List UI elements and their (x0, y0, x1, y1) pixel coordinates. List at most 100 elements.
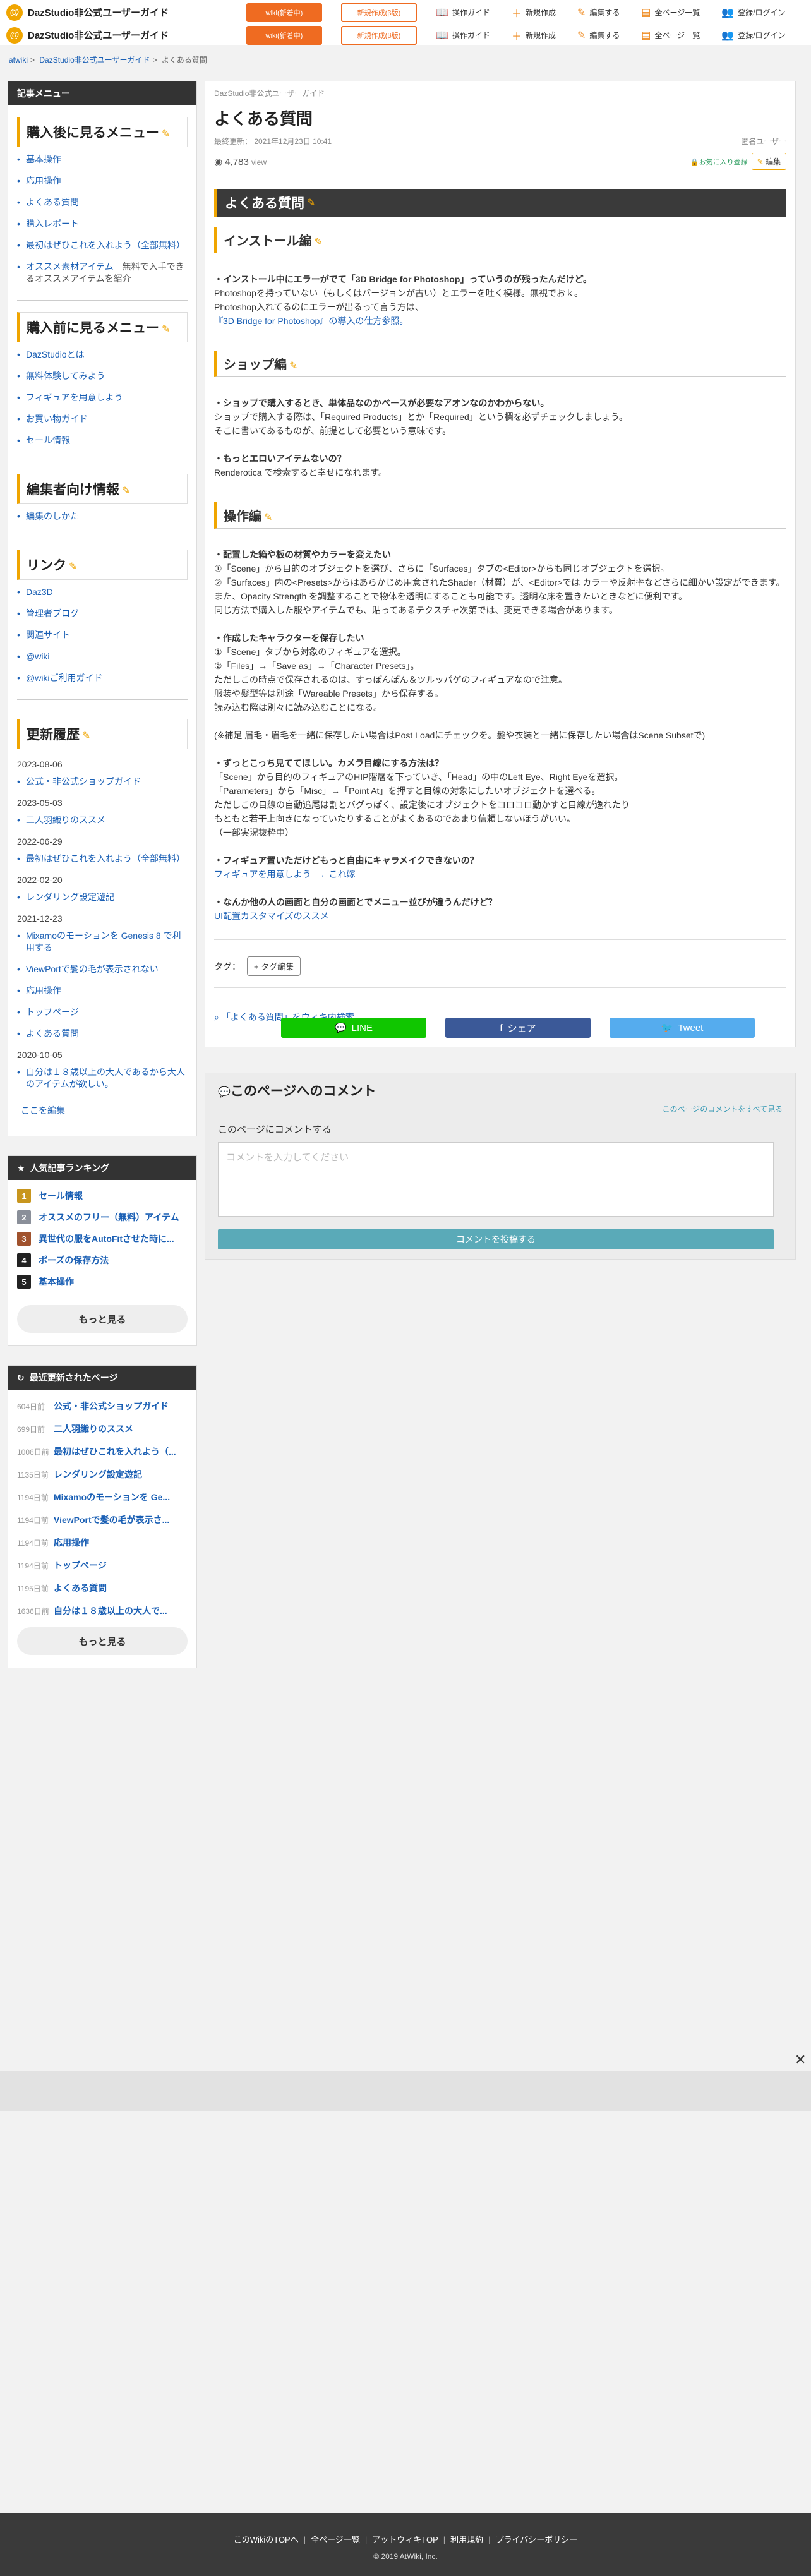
after-purchase-item[interactable]: よくある質問 (17, 196, 188, 208)
recent-item[interactable]: 1195日前 よくある質問 (8, 1577, 196, 1599)
share-facebook-button[interactable]: f シェア (445, 1018, 591, 1038)
history-item[interactable]: ViewPortで髪の毛が表示されない (17, 963, 188, 975)
header-link-3[interactable]: ▤ 全ページ一覧 (641, 5, 700, 20)
wiki-new-button[interactable]: wiki(新着中) (246, 3, 322, 22)
header-link-2[interactable]: ✎ 編集する (577, 28, 620, 43)
history-item[interactable]: レンダリング設定遊記 (17, 891, 188, 903)
footer-link[interactable]: このWikiのTOPへ (234, 2535, 299, 2544)
all-comments-link[interactable]: このページのコメントをすべて見る (663, 1104, 783, 1114)
recent-title[interactable]: 二人羽織りのススメ (54, 1423, 133, 1435)
history-item[interactable]: 公式・非公式ショップガイド (17, 776, 188, 788)
header-link-1[interactable]: ＋新規作成 (512, 28, 556, 43)
ranking-item[interactable]: 5 基本操作 (8, 1271, 196, 1292)
link-item[interactable]: @wikiご利用ガイド (17, 672, 188, 684)
pencil-icon[interactable]: ✎ (122, 486, 130, 497)
pencil-icon[interactable]: ✎ (289, 361, 297, 371)
ranking-item[interactable]: 1 セール情報 (8, 1185, 196, 1207)
site-logo-sticky[interactable]: @ DazStudio非公式ユーザーガイド (0, 27, 246, 44)
recent-item[interactable]: 1194日前 応用操作 (8, 1531, 196, 1554)
after-purchase-item[interactable]: 応用操作 (17, 175, 188, 187)
edit-button[interactable]: ✎ 編集 (751, 153, 786, 170)
ranking-title[interactable]: セール情報 (39, 1189, 83, 1202)
edit-sidebar-link[interactable]: ここを編集 (21, 1105, 65, 1116)
after-purchase-item[interactable]: オススメ素材アイテム 無料で入手できるオススメアイテムを紹介 (17, 261, 188, 285)
before-purchase-item[interactable]: フィギュアを用意しよう (17, 392, 188, 404)
recent-item[interactable]: 1636日前 自分は１８歳以上の大人で... (8, 1599, 196, 1622)
history-item[interactable]: 二人羽織りのススメ (17, 814, 188, 826)
ranking-title[interactable]: オススメのフリー（無料）アイテム (39, 1211, 179, 1224)
favorite-link[interactable]: 🔒お気に入り登録 (690, 157, 748, 167)
share-twitter-button[interactable]: 🐦 Tweet (610, 1018, 755, 1038)
header-link-4[interactable]: 👥 登録/ログイン (721, 28, 785, 43)
pencil-icon[interactable]: ✎ (264, 512, 272, 523)
ranking-title[interactable]: 基本操作 (39, 1275, 74, 1288)
history-item[interactable]: 応用操作 (17, 985, 188, 997)
ranking-item[interactable]: 3 異世代の服をAutoFitさせた時に... (8, 1228, 196, 1249)
header-link-1[interactable]: ＋新規作成 (512, 5, 556, 20)
answer-link[interactable]: UI配置カスタマイズのススメ (214, 909, 786, 923)
recent-title[interactable]: 最初はぜひこれを入れよう（... (54, 1445, 176, 1458)
comment-input[interactable]: コメントを入力してください (218, 1142, 774, 1217)
close-icon[interactable]: ✕ (795, 2052, 806, 2068)
before-purchase-item[interactable]: お買い物ガイド (17, 413, 188, 425)
header-link-2[interactable]: ✎ 編集する (577, 5, 620, 20)
create-beta-button[interactable]: 新規作成(β版) (341, 25, 417, 45)
create-beta-button[interactable]: 新規作成(β版) (341, 3, 417, 22)
recent-title[interactable]: トップページ (54, 1559, 107, 1572)
pencil-icon[interactable]: ✎ (307, 196, 315, 209)
site-logo[interactable]: @ DazStudio非公式ユーザーガイド (0, 4, 246, 21)
answer-link[interactable]: 『3D Bridge for Photoshop』の導入の仕方参照。 (214, 314, 786, 328)
recent-more-button[interactable]: もっと見る (17, 1627, 188, 1655)
recent-item[interactable]: 1194日前 ViewPortで髪の毛が表示さ... (8, 1508, 196, 1531)
footer-link[interactable]: 全ページ一覧 (311, 2535, 360, 2544)
ranking-title[interactable]: ポーズの保存方法 (39, 1254, 109, 1267)
history-item[interactable]: Mixamoのモーションを Genesis 8 で利用する (17, 930, 188, 954)
ranking-item[interactable]: 4 ポーズの保存方法 (8, 1249, 196, 1271)
ranking-more-button[interactable]: もっと見る (17, 1305, 188, 1333)
recent-title[interactable]: よくある質問 (54, 1582, 107, 1594)
ranking-title[interactable]: 異世代の服をAutoFitさせた時に... (39, 1232, 174, 1245)
breadcrumb-atwiki[interactable]: atwiki (9, 56, 28, 64)
recent-title[interactable]: Mixamoのモーションを Ge... (54, 1491, 170, 1503)
recent-item[interactable]: 1135日前 レンダリング設定遊記 (8, 1463, 196, 1486)
pencil-icon[interactable]: ✎ (162, 129, 170, 140)
answer-link[interactable]: フィギュアを用意しよう ←これ嫁 (214, 867, 786, 881)
history-item[interactable]: トップページ (17, 1006, 188, 1018)
pencil-icon[interactable]: ✎ (162, 324, 170, 335)
ranking-item[interactable]: 2 オススメのフリー（無料）アイテム (8, 1207, 196, 1228)
before-purchase-item[interactable]: DazStudioとは (17, 349, 188, 361)
before-purchase-item[interactable]: 無料体験してみよう (17, 370, 188, 382)
recent-title[interactable]: 公式・非公式ショップガイド (54, 1400, 169, 1412)
history-item[interactable]: 最初はぜひこれを入れよう（全部無料） (17, 853, 188, 865)
comment-submit-button[interactable]: コメントを投稿する (218, 1229, 774, 1249)
recent-title[interactable]: ViewPortで髪の毛が表示さ... (54, 1514, 169, 1526)
before-purchase-item[interactable]: セール情報 (17, 435, 188, 447)
pencil-icon[interactable]: ✎ (69, 562, 77, 572)
recent-item[interactable]: 699日前 二人羽織りのススメ (8, 1417, 196, 1440)
wiki-new-button[interactable]: wiki(新着中) (246, 25, 322, 45)
history-item[interactable]: 自分は１８歳以上の大人であるから大人のアイテムが欲しい。 (17, 1066, 188, 1090)
recent-item[interactable]: 1194日前 トップページ (8, 1554, 196, 1577)
link-item[interactable]: @wiki (17, 651, 188, 663)
link-item[interactable]: 管理者ブログ (17, 608, 188, 620)
recent-title[interactable]: 応用操作 (54, 1536, 89, 1549)
after-purchase-item[interactable]: 最初はぜひこれを入れよう（全部無料） (17, 239, 188, 251)
pencil-icon[interactable]: ✎ (315, 237, 323, 248)
recent-item[interactable]: 1006日前 最初はぜひこれを入れよう（... (8, 1440, 196, 1463)
footer-link[interactable]: プライバシーポリシー (496, 2535, 578, 2544)
header-link-3[interactable]: ▤ 全ページ一覧 (641, 28, 700, 43)
footer-link[interactable]: 利用規約 (450, 2535, 483, 2544)
tag-edit-button[interactable]: + タグ編集 (247, 956, 301, 976)
pencil-icon[interactable]: ✎ (82, 731, 90, 742)
breadcrumb-site[interactable]: DazStudio非公式ユーザーガイド (39, 56, 150, 64)
header-link-0[interactable]: 📖 操作ガイド (436, 5, 490, 20)
after-purchase-item[interactable]: 基本操作 (17, 153, 188, 166)
recent-item[interactable]: 604日前 公式・非公式ショップガイド (8, 1395, 196, 1417)
link-item[interactable]: Daz3D (17, 586, 188, 598)
recent-item[interactable]: 1194日前 Mixamoのモーションを Ge... (8, 1486, 196, 1508)
header-link-4[interactable]: 👥 登録/ログイン (721, 5, 785, 20)
history-item[interactable]: よくある質問 (17, 1028, 188, 1040)
header-link-0[interactable]: 📖 操作ガイド (436, 28, 490, 43)
editor-item[interactable]: 編集のしかた (17, 510, 188, 522)
after-purchase-item[interactable]: 購入レポート (17, 218, 188, 230)
